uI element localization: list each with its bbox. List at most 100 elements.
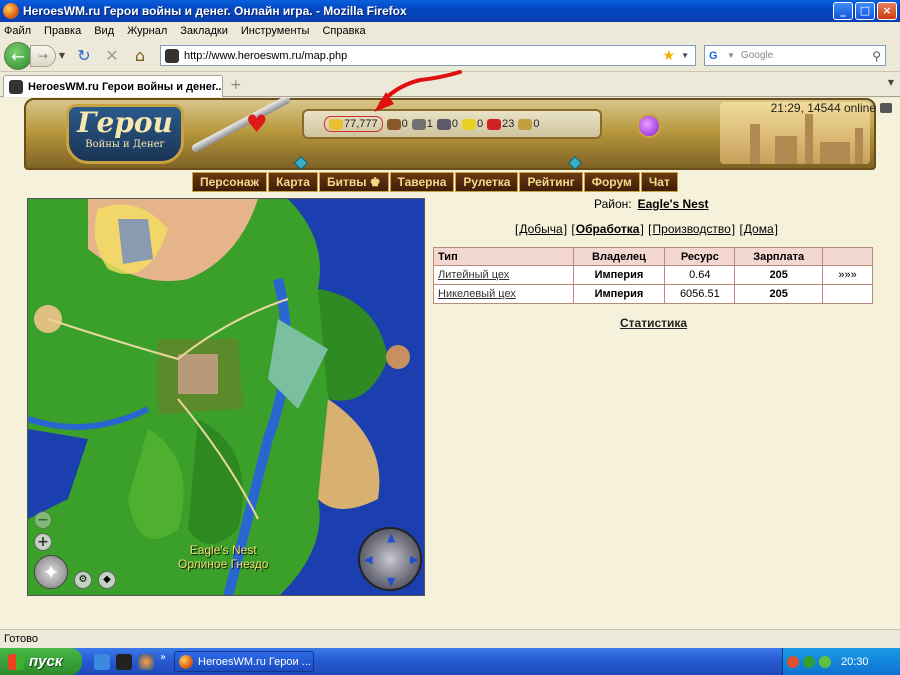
new-tab-button[interactable]: + [230, 77, 244, 93]
map-pan-control[interactable]: ▲ ▼ ◀ ▶ [358, 527, 422, 591]
taskbar-firefox-window[interactable]: HeroesWM.ru Герои ... [174, 651, 314, 672]
pan-left-icon[interactable]: ◀ [364, 553, 372, 566]
resource-wood-value: 0 [401, 118, 408, 130]
tab-processing[interactable]: Обработка [576, 222, 640, 236]
tab-list-icon[interactable]: ▼ [888, 78, 894, 87]
window-titlebar[interactable]: HeroesWM.ru Герои войны и денег. Онлайн … [0, 0, 900, 22]
google-icon[interactable]: G [709, 49, 725, 63]
resources-bar: 77,777 0 1 0 0 23 0 [302, 109, 602, 139]
home-button[interactable]: ⌂ [128, 45, 152, 67]
status-text: Готово [4, 633, 38, 645]
menu-edit[interactable]: Правка [44, 25, 81, 37]
more-link[interactable]: »»» [822, 265, 873, 285]
tab-favicon-icon [9, 79, 23, 94]
col-extra [822, 247, 873, 266]
district-name-link[interactable]: Eagle's Nest [638, 197, 709, 211]
nav-map[interactable]: Карта [268, 172, 318, 192]
nav-tavern[interactable]: Таверна [389, 172, 455, 192]
category-tabs: [Добыча] [Обработка] [Производство] [Дом… [515, 222, 778, 236]
tray-icon[interactable] [803, 655, 815, 668]
zoom-out-button[interactable]: − [34, 511, 52, 529]
enterprise-link[interactable]: Литейный цех [438, 269, 509, 281]
heart-icon[interactable]: ♥ [246, 110, 268, 138]
resource-mercury-value: 0 [451, 118, 459, 130]
enterprise-link[interactable]: Никелевый цех [438, 288, 516, 300]
mercury-icon [436, 118, 451, 130]
table-header-row: Тип Владелец Ресурс Зарплата [433, 247, 873, 266]
gem-ornament-icon [567, 155, 583, 171]
close-button[interactable]: × [877, 2, 897, 20]
tab-production[interactable]: Производство [653, 222, 731, 236]
col-owner: Владелец [572, 247, 666, 266]
game-header-banner: Герои Войны и Денег ♥ 77,777 0 1 0 0 23 … [24, 98, 876, 171]
menu-bar: Файл Правка Вид Журнал Закладки Инструме… [0, 22, 900, 40]
logo-title: Герои [77, 106, 173, 139]
compass-icon[interactable]: ✦ [34, 555, 68, 589]
zoom-in-button[interactable]: + [34, 533, 52, 551]
resource-crystal: 23 [487, 118, 514, 130]
resource-gems: 0 [518, 118, 540, 130]
map-option-icon[interactable]: ◆ [98, 571, 116, 589]
col-salary: Зарплата [734, 247, 824, 266]
menu-tools[interactable]: Инструменты [241, 25, 310, 37]
map-option-icon[interactable]: ⚙ [74, 571, 92, 589]
url-text[interactable]: http://www.heroeswm.ru/map.php [184, 50, 663, 62]
menu-bookmarks[interactable]: Закладки [180, 25, 228, 37]
url-dropdown-icon[interactable]: ▼ [681, 51, 689, 60]
bookmark-star-icon[interactable]: ★ [663, 47, 676, 64]
resource-sulfur: 0 [462, 118, 483, 130]
menu-view[interactable]: Вид [94, 25, 114, 37]
quicklaunch-chevron[interactable]: » [160, 652, 166, 663]
start-button[interactable]: пуск [0, 648, 82, 675]
nav-chat[interactable]: Чат [640, 172, 678, 192]
extra-cell [822, 284, 873, 304]
pan-down-icon[interactable]: ▼ [387, 575, 395, 588]
menu-history[interactable]: Журнал [127, 25, 167, 37]
search-icon[interactable]: ⚲ [872, 49, 881, 63]
tray-icon[interactable] [787, 655, 799, 668]
maximize-button[interactable]: □ [855, 2, 875, 20]
district-prefix: Район: [594, 197, 632, 211]
minimize-button[interactable]: _ [833, 2, 853, 20]
pan-up-icon[interactable]: ▲ [387, 531, 395, 544]
enterprise-table: Тип Владелец Ресурс Зарплата Литейный це… [433, 247, 873, 304]
resource-mercury: 0 [436, 118, 459, 130]
potion-icon[interactable] [637, 114, 661, 138]
resource-wood: 0 [386, 118, 408, 130]
nav-character[interactable]: Персонаж [192, 172, 268, 192]
tab-mining[interactable]: Добыча [519, 222, 562, 236]
taskbar: пуск » HeroesWM.ru Герои ... EN 20:30 [0, 648, 900, 675]
menu-file[interactable]: Файл [4, 25, 31, 37]
resource-ore: 1 [411, 118, 433, 130]
menu-help[interactable]: Справка [322, 25, 365, 37]
reload-button[interactable]: ↻ [72, 45, 96, 67]
window-title: HeroesWM.ru Герои войны и денег. Онлайн … [23, 4, 407, 18]
tray-icon[interactable] [819, 655, 831, 668]
game-logo[interactable]: Герои Войны и Денег [66, 104, 184, 164]
statistics-link[interactable]: Статистика [620, 316, 687, 330]
salary-cell: 205 [734, 265, 824, 285]
stop-button[interactable]: ✕ [100, 45, 124, 67]
address-bar[interactable]: http://www.heroeswm.ru/map.php ★ ▼ [160, 45, 696, 66]
firefox-icon [179, 654, 193, 669]
map-location-label: Eagle's Nest Орлиное Гнездо [178, 543, 268, 571]
nav-rating[interactable]: Рейтинг [519, 172, 583, 192]
salary-cell: 205 [734, 284, 824, 304]
back-button[interactable]: ← [4, 41, 32, 70]
search-engine-dropdown-icon[interactable]: ▼ [727, 51, 735, 60]
nav-roulette[interactable]: Рулетка [455, 172, 519, 192]
history-dropdown-icon[interactable]: ▼ [56, 51, 68, 60]
firefox-quicklaunch-icon[interactable] [138, 654, 154, 670]
nav-battles[interactable]: Битвы ♚ [318, 172, 389, 192]
world-map[interactable]: Eagle's Nest Орлиное Гнездо − + ✦ ⚙ ◆ ▲ … [27, 198, 425, 596]
tab-houses[interactable]: Дома [744, 222, 774, 236]
search-placeholder[interactable]: Google [741, 50, 872, 61]
tab-heroeswm[interactable]: HeroesWM.ru Герои войны и денег... [3, 75, 223, 97]
ie-icon[interactable] [94, 654, 110, 670]
district-info: Район: Eagle's Nest [594, 197, 709, 211]
nav-forum[interactable]: Форум [583, 172, 640, 192]
search-box[interactable]: G ▼ Google ⚲ [704, 45, 886, 66]
forward-button[interactable]: → [30, 44, 56, 67]
media-icon[interactable] [116, 654, 132, 670]
pan-right-icon[interactable]: ▶ [410, 553, 418, 566]
